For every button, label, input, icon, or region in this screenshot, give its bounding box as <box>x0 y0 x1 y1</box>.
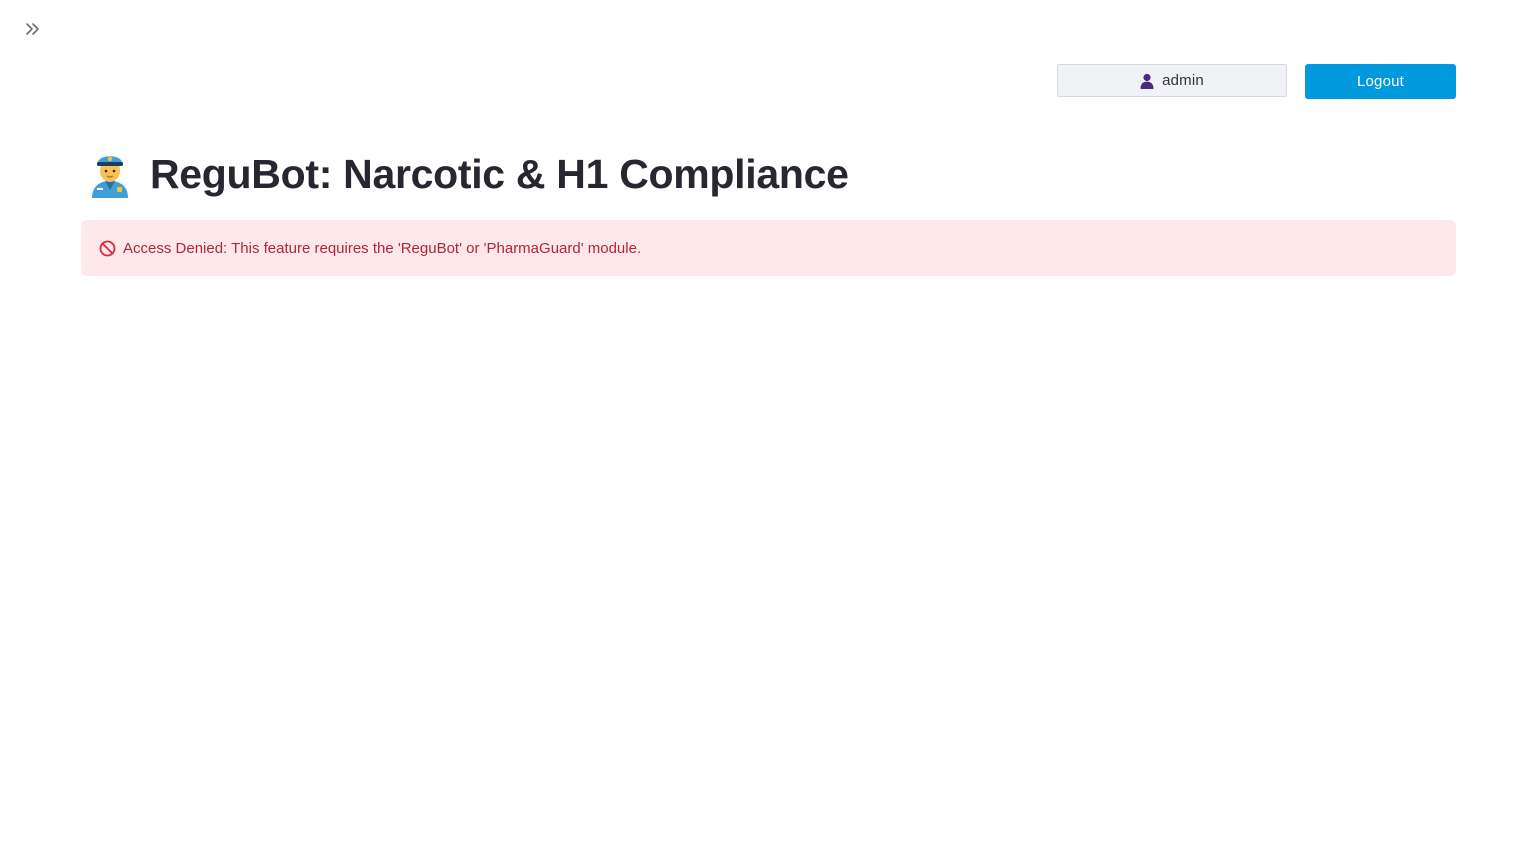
page-title: ReguBot: Narcotic & H1 Compliance <box>88 150 849 198</box>
username-label: admin <box>1162 72 1204 89</box>
no-entry-icon <box>99 240 116 257</box>
logout-button[interactable]: Logout <box>1305 64 1456 99</box>
alert-message: Access Denied: This feature requires the… <box>123 239 642 257</box>
police-officer-icon <box>88 150 132 198</box>
sidebar-toggle-button[interactable] <box>20 18 46 44</box>
user-badge: admin <box>1057 64 1287 97</box>
person-icon <box>1140 73 1154 89</box>
double-chevron-right-icon <box>25 22 41 41</box>
access-denied-alert: Access Denied: This feature requires the… <box>81 220 1456 276</box>
page-title-text: ReguBot: Narcotic & H1 Compliance <box>150 150 849 197</box>
